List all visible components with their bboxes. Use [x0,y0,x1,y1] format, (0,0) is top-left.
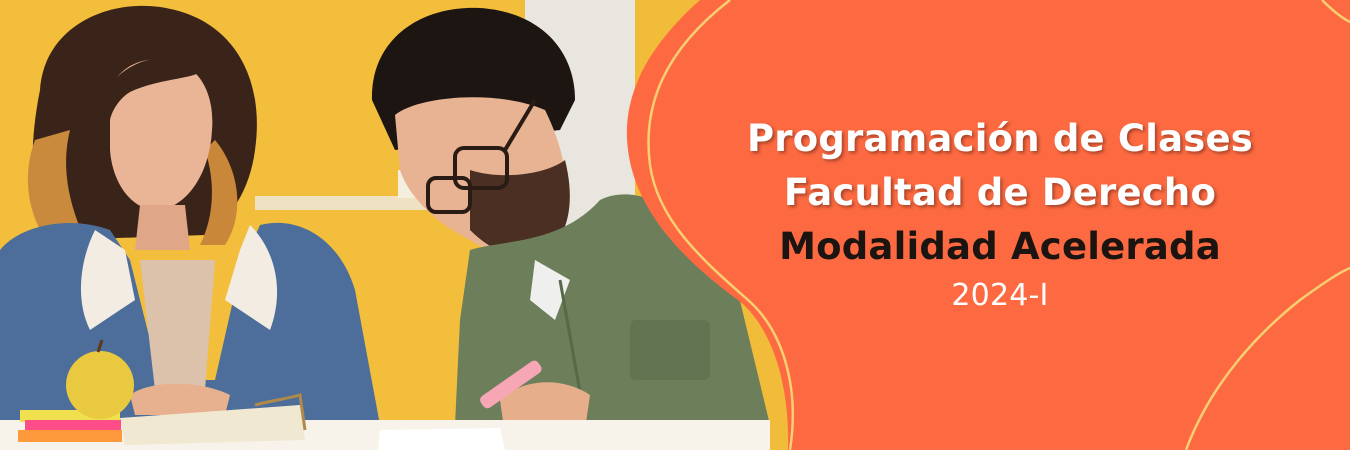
title-line-2: Facultad de Derecho [783,171,1217,214]
hero-banner: Programación de Clases Facultad de Derec… [0,0,1350,450]
banner-title-block: Programación de Clases Facultad de Derec… [700,112,1300,318]
title-line-1: Programación de Clases [746,117,1254,160]
apple [66,351,134,419]
title-line-3: Modalidad Acelerada [779,225,1221,268]
period-label: 2024-I [951,278,1049,313]
